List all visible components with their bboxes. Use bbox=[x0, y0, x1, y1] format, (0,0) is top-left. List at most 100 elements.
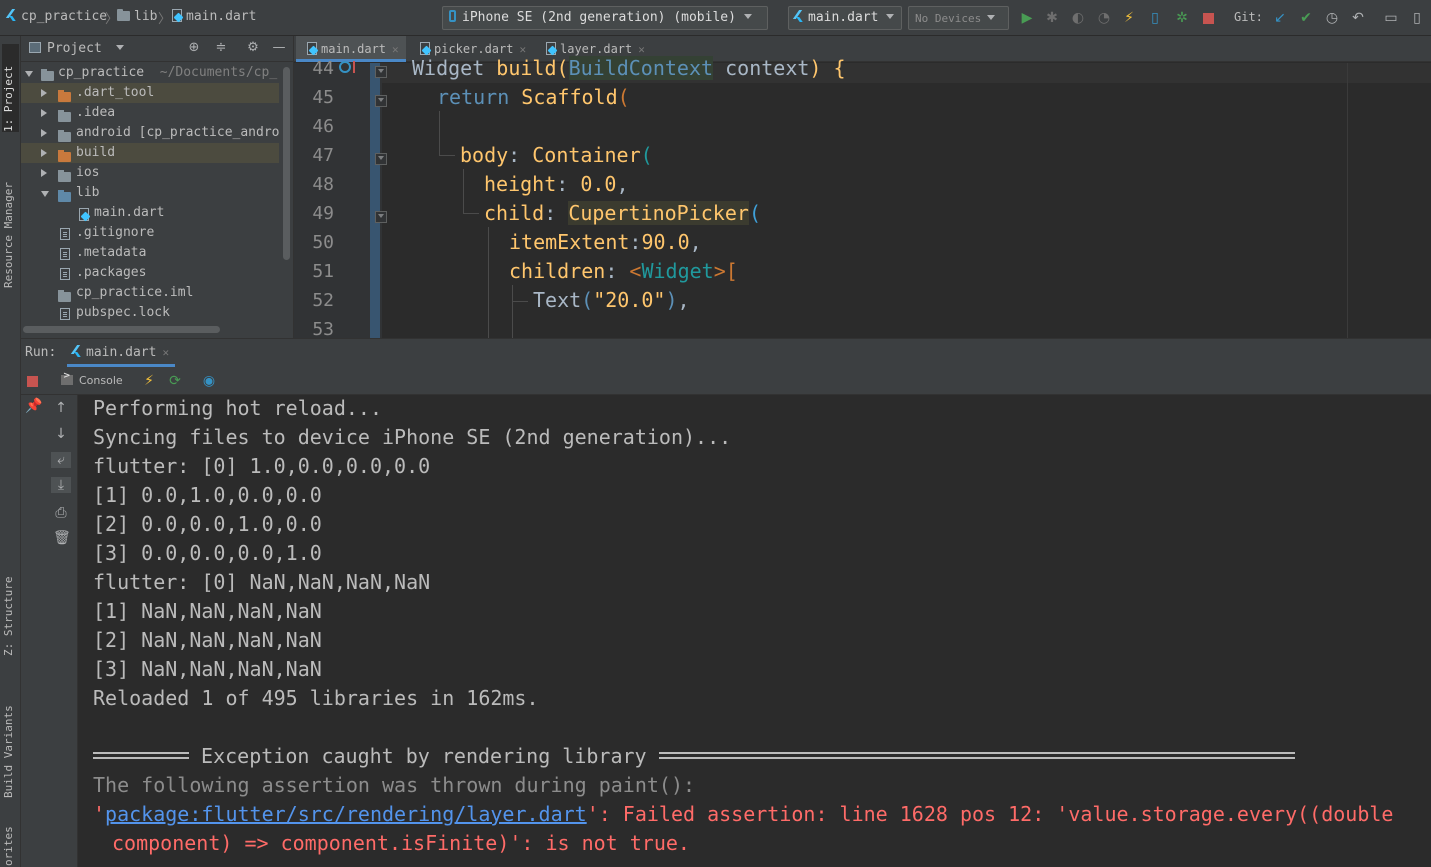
fold-icon[interactable] bbox=[375, 211, 387, 223]
indent-guide bbox=[463, 169, 464, 214]
code-token: { bbox=[833, 56, 846, 80]
arrow-up-icon[interactable]: ↑ bbox=[53, 400, 69, 416]
gear-icon[interactable]: ⚙ bbox=[246, 41, 260, 55]
code-token: return bbox=[437, 85, 510, 109]
trash-icon[interactable]: 🗑 bbox=[53, 530, 71, 546]
tree-item-android[interactable]: android [cp_practice_andro bbox=[21, 123, 279, 143]
run-config-selector[interactable]: main.dart bbox=[788, 6, 902, 30]
tree-item-gitignore[interactable]: .gitignore bbox=[21, 223, 279, 243]
history-icon[interactable]: ◷ bbox=[1324, 10, 1340, 26]
device-selector[interactable]: iPhone SE (2nd generation) (mobile) bbox=[442, 6, 768, 30]
code-line-44[interactable]: Widget build(BuildContext context) { bbox=[412, 56, 846, 85]
code-line-50[interactable]: itemExtent:90.0, bbox=[509, 230, 702, 259]
console-tab[interactable]: Console bbox=[61, 371, 123, 387]
fold-icon[interactable] bbox=[375, 153, 387, 165]
tab-structure-label: Z: Structure bbox=[2, 576, 15, 656]
stop-icon[interactable] bbox=[1200, 10, 1216, 26]
close-icon[interactable]: ✕ bbox=[392, 43, 399, 56]
line-number: 50 bbox=[312, 232, 334, 253]
close-icon[interactable]: ✕ bbox=[162, 346, 169, 359]
breadcrumb-file[interactable]: main.dart bbox=[171, 9, 256, 24]
breadcrumb-lib[interactable]: lib bbox=[117, 9, 157, 24]
git-update-icon[interactable]: ↙ bbox=[1272, 10, 1288, 26]
project-vertical-scrollbar[interactable] bbox=[283, 67, 290, 260]
line-number: 45 bbox=[312, 87, 334, 108]
tree-item-main-dart[interactable]: main.dart bbox=[21, 203, 279, 223]
device-manager-icon[interactable]: ▯ bbox=[1409, 10, 1425, 26]
rollback-icon[interactable]: ↶ bbox=[1350, 10, 1366, 26]
code-token: ( bbox=[640, 143, 653, 167]
tree-item-metadata[interactable]: .metadata bbox=[21, 243, 279, 263]
close-icon[interactable]: ✕ bbox=[638, 43, 645, 56]
file-icon bbox=[60, 307, 70, 323]
code-line-51[interactable]: children: <Widget>[ bbox=[509, 259, 738, 288]
tree-item-ios[interactable]: ios bbox=[21, 163, 279, 183]
tree-item-dart-tool[interactable]: .dart_tool bbox=[21, 83, 279, 103]
line-number: 53 bbox=[312, 319, 334, 340]
dart-file-icon bbox=[545, 42, 556, 55]
bug-icon[interactable]: ✲ bbox=[1174, 10, 1190, 26]
code-line-49[interactable]: child: CupertinoPicker( bbox=[484, 201, 761, 230]
project-horizontal-scrollbar[interactable] bbox=[23, 326, 220, 333]
main-toolbar: cp_practice 〉 lib 〉 main.dart iPhone SE … bbox=[0, 0, 1431, 36]
code-line-45[interactable]: return Scaffold( bbox=[437, 85, 630, 114]
code-line-48[interactable]: height: 0.0, bbox=[484, 172, 629, 201]
code-line-52[interactable]: Text("20.0"), bbox=[533, 288, 690, 317]
tree-item-iml[interactable]: cp_practice.iml bbox=[21, 283, 279, 303]
code-token: height bbox=[484, 172, 557, 196]
tree-item-packages[interactable]: .packages bbox=[21, 263, 279, 283]
breadcrumb-project[interactable]: cp_practice bbox=[8, 9, 107, 24]
code-line-47[interactable]: body: Container( bbox=[460, 143, 653, 172]
run-tab-main-dart[interactable]: main.dart ✕ bbox=[67, 339, 176, 367]
collapse-all-icon[interactable]: ≑ bbox=[214, 41, 228, 55]
profile-icon[interactable]: ◔ bbox=[1096, 10, 1112, 26]
tree-item-pubspec-lock[interactable]: pubspec.lock bbox=[21, 303, 279, 323]
devtools-icon[interactable]: ◉ bbox=[201, 373, 217, 389]
git-commit-icon[interactable]: ✔ bbox=[1298, 10, 1314, 26]
tree-item-cp-practice[interactable]: cp_practice ~/Documents/cp_ bbox=[21, 63, 279, 83]
fold-icon[interactable] bbox=[375, 66, 387, 78]
console-line: Syncing files to device iPhone SE (2nd g… bbox=[93, 425, 732, 449]
override-marker-arrow-icon bbox=[353, 61, 355, 73]
tab-project[interactable]: 1: Project bbox=[2, 44, 19, 132]
expand-arrow-icon bbox=[41, 89, 47, 97]
error-file-link[interactable]: package:flutter/src/rendering/layer.dart bbox=[105, 802, 587, 826]
project-view-selector[interactable]: Project bbox=[29, 41, 124, 56]
stop-icon[interactable] bbox=[27, 376, 38, 387]
console-output[interactable]: Performing hot reload... Syncing files t… bbox=[78, 395, 1431, 867]
locate-icon[interactable]: ⊕ bbox=[187, 41, 201, 55]
code-token: 90.0 bbox=[641, 230, 690, 254]
hot-reload-icon[interactable]: ⚡ bbox=[141, 373, 157, 389]
hot-restart-icon[interactable]: ⟳ bbox=[167, 373, 183, 389]
soft-wrap-icon[interactable]: ⤶ bbox=[51, 452, 71, 468]
target-device-selector[interactable]: No Devices bbox=[908, 6, 1009, 30]
tab-build-variants[interactable]: Build Variants bbox=[2, 682, 19, 798]
project-tree: cp_practice ~/Documents/cp_ .dart_tool .… bbox=[21, 63, 279, 323]
dart-file-icon bbox=[306, 42, 317, 55]
tree-item-lib[interactable]: lib bbox=[21, 183, 279, 203]
close-icon[interactable]: ✕ bbox=[519, 43, 526, 56]
override-marker-icon[interactable] bbox=[339, 61, 351, 73]
run-tab-label: main.dart bbox=[86, 345, 157, 360]
tree-item-idea[interactable]: .idea bbox=[21, 103, 279, 123]
code-editor: main.dart ✕ picker.dart ✕ layer.dart ✕ 44 4… bbox=[293, 36, 1431, 340]
tab-resource-manager[interactable]: Resource Manager bbox=[2, 154, 19, 288]
tab-structure[interactable]: Z: Structure bbox=[2, 556, 19, 656]
coverage-icon[interactable]: ◐ bbox=[1070, 10, 1086, 26]
terminal-icon[interactable]: ▭ bbox=[1383, 10, 1399, 26]
tab-favorites[interactable]: orites bbox=[2, 818, 19, 866]
debug-icon[interactable]: ✱ bbox=[1044, 10, 1060, 26]
print-icon[interactable]: ⎙ bbox=[53, 505, 69, 521]
line-number: 49 bbox=[312, 203, 334, 224]
fold-icon[interactable] bbox=[375, 95, 387, 107]
hide-icon[interactable]: — bbox=[272, 41, 286, 55]
tree-item-build[interactable]: build bbox=[21, 143, 279, 163]
scroll-to-end-icon[interactable]: ⤓ bbox=[51, 477, 71, 493]
run-icon[interactable]: ▶ bbox=[1019, 10, 1035, 26]
pin-icon[interactable]: 📌 bbox=[25, 398, 42, 414]
device-icon[interactable]: ▯ bbox=[1147, 10, 1163, 26]
flutter-icon bbox=[795, 10, 804, 22]
hot-reload-icon[interactable]: ⚡ bbox=[1121, 10, 1137, 26]
arrow-down-icon[interactable]: ↓ bbox=[53, 426, 69, 442]
code-token: ( bbox=[748, 201, 761, 225]
